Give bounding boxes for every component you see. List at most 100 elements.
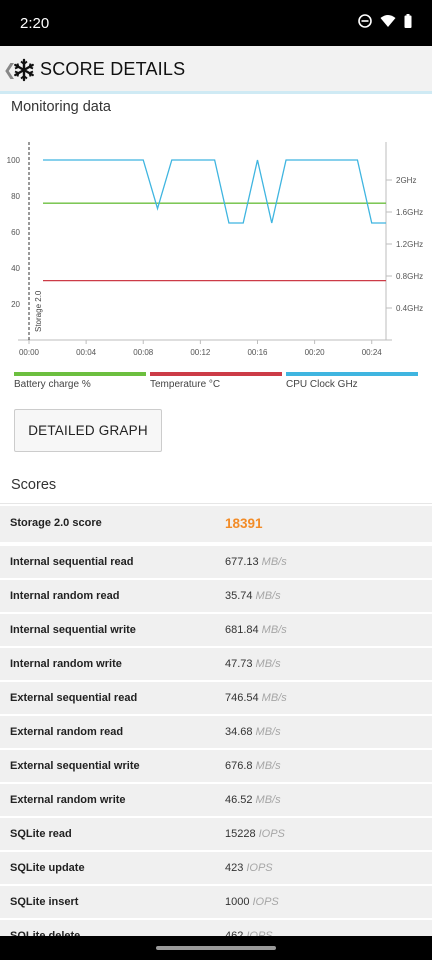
x-tick-label: 00:16 <box>247 348 268 357</box>
wifi-icon <box>380 15 396 27</box>
score-row-unit: MB/s <box>255 794 281 806</box>
y-tick-label: 80 <box>11 192 20 201</box>
legend-label-temperature: Temperature °C <box>150 379 221 390</box>
score-row-value: 1000 IOPS <box>225 896 279 908</box>
legend-item-cpu-clock: CPU Clock GHz <box>286 372 418 390</box>
score-row-number: 677.13 <box>225 556 259 568</box>
do-not-disturb-icon <box>358 14 372 28</box>
score-row-label: External random write <box>10 794 126 806</box>
legend-item-temperature: Temperature °C <box>150 372 282 390</box>
score-row: SQLite insert 1000 IOPS <box>0 886 432 920</box>
score-row-unit: MB/s <box>261 556 287 568</box>
score-row-unit: IOPS <box>252 896 279 908</box>
y-tick-label: 20 <box>11 300 20 309</box>
marker-label: Storage 2.0 <box>34 290 43 332</box>
score-row: SQLite read 15228 IOPS <box>0 818 432 852</box>
score-row-number: 46.52 <box>225 794 253 806</box>
right-tick-label: 0.4GHz <box>396 304 423 313</box>
score-row-value: 676.8 MB/s <box>225 760 281 772</box>
score-row-unit: MB/s <box>255 760 281 772</box>
home-gesture-handle[interactable] <box>156 946 276 950</box>
score-row-label: Internal random read <box>10 590 120 602</box>
score-row-label: External random read <box>10 726 124 738</box>
score-row-value: 677.13 MB/s <box>225 556 287 568</box>
score-row-number: 676.8 <box>225 760 253 772</box>
score-row-label: Internal random write <box>10 658 122 670</box>
legend-label-battery: Battery charge % <box>14 379 91 390</box>
snowflake-logo-icon <box>14 58 34 82</box>
legend-swatch-battery <box>14 372 146 376</box>
status-icons <box>358 14 412 28</box>
score-row-value: 15228 IOPS <box>225 828 285 840</box>
x-tick-label: 00:20 <box>305 348 326 357</box>
legend-item-battery: Battery charge % <box>14 372 146 390</box>
score-row: Internal sequential write 681.84 MB/s <box>0 614 432 648</box>
score-row-label: SQLite read <box>10 828 72 840</box>
score-row-number: 47.73 <box>225 658 253 670</box>
chart-legend: Battery charge % Temperature °C CPU Cloc… <box>14 372 418 390</box>
y-tick-label: 40 <box>11 264 20 273</box>
score-row-number: 34.68 <box>225 726 253 738</box>
x-tick-label: 00:00 <box>19 348 40 357</box>
main-score-value: 18391 <box>225 516 263 531</box>
score-row-number: 35.74 <box>225 590 253 602</box>
score-row-value: 46.52 MB/s <box>225 794 281 806</box>
scores-section-title: Scores <box>11 477 57 493</box>
right-tick-label: 2GHz <box>396 176 416 185</box>
right-tick-label: 1.6GHz <box>396 208 423 217</box>
legend-swatch-temperature <box>150 372 282 376</box>
score-row: SQLite update 423 IOPS <box>0 852 432 886</box>
main-score-label: Storage 2.0 score <box>10 517 102 529</box>
legend-swatch-cpu-clock <box>286 372 418 376</box>
x-tick-label: 00:08 <box>133 348 154 357</box>
score-row: External sequential read 746.54 MB/s <box>0 682 432 716</box>
score-row-value: 681.84 MB/s <box>225 624 287 636</box>
score-row-label: External sequential read <box>10 692 138 704</box>
score-row-main: Storage 2.0 score 18391 <box>0 506 432 544</box>
status-time: 2:20 <box>20 15 50 32</box>
score-row-value: 47.73 MB/s <box>225 658 281 670</box>
score-row-unit: MB/s <box>255 590 281 602</box>
score-row-label: External sequential write <box>10 760 140 772</box>
score-row-value: 35.74 MB/s <box>225 590 281 602</box>
score-row-label: SQLite insert <box>10 896 79 908</box>
navigation-bar <box>0 936 432 960</box>
score-row-label: Internal sequential write <box>10 624 136 636</box>
detailed-graph-button[interactable]: DETAILED GRAPH <box>14 409 162 452</box>
page-title: SCORE DETAILS <box>40 59 186 79</box>
score-row: External random read 34.68 MB/s <box>0 716 432 750</box>
score-row-unit: MB/s <box>255 658 281 670</box>
legend-label-cpu-clock: CPU Clock GHz <box>286 379 358 390</box>
score-row-value: 423 IOPS <box>225 862 273 874</box>
battery-icon <box>404 14 412 28</box>
score-row: External random write 46.52 MB/s <box>0 784 432 818</box>
score-row-number: 423 <box>225 862 244 874</box>
monitoring-chart[interactable]: 100 80 60 40 20 2GHz 1.6GHz 1.2GHz 0.8GHz 0.4GHz 0… <box>0 130 432 365</box>
score-row-number: 681.84 <box>225 624 259 636</box>
x-tick-label: 00:04 <box>76 348 97 357</box>
x-tick-label: 00:12 <box>190 348 211 357</box>
score-row-value: 34.68 MB/s <box>225 726 281 738</box>
score-row-label: SQLite update <box>10 862 85 874</box>
score-row: Internal random read 35.74 MB/s <box>0 580 432 614</box>
status-bar: 2:20 <box>0 0 432 46</box>
y-tick-label: 100 <box>7 156 21 165</box>
score-row-value: 746.54 MB/s <box>225 692 287 704</box>
score-row-number: 15228 <box>225 828 256 840</box>
score-row: Internal sequential read 677.13 MB/s <box>0 546 432 580</box>
monitoring-section-title: Monitoring data <box>11 99 111 115</box>
y-tick-label: 60 <box>11 228 20 237</box>
app-bar: ❮ SCORE DETAILS <box>0 46 432 94</box>
score-row-label: Internal sequential read <box>10 556 134 568</box>
score-row-number: 1000 <box>225 896 250 908</box>
score-row-unit: IOPS <box>246 862 273 874</box>
score-row-unit: MB/s <box>261 692 287 704</box>
score-row: Internal random write 47.73 MB/s <box>0 648 432 682</box>
score-row: External sequential write 676.8 MB/s <box>0 750 432 784</box>
cpu-clock-series-line <box>43 159 386 224</box>
score-row-unit: MB/s <box>261 624 287 636</box>
x-tick-label: 00:24 <box>362 348 383 357</box>
divider <box>0 503 432 504</box>
score-row-unit: MB/s <box>255 726 281 738</box>
score-row-number: 746.54 <box>225 692 259 704</box>
